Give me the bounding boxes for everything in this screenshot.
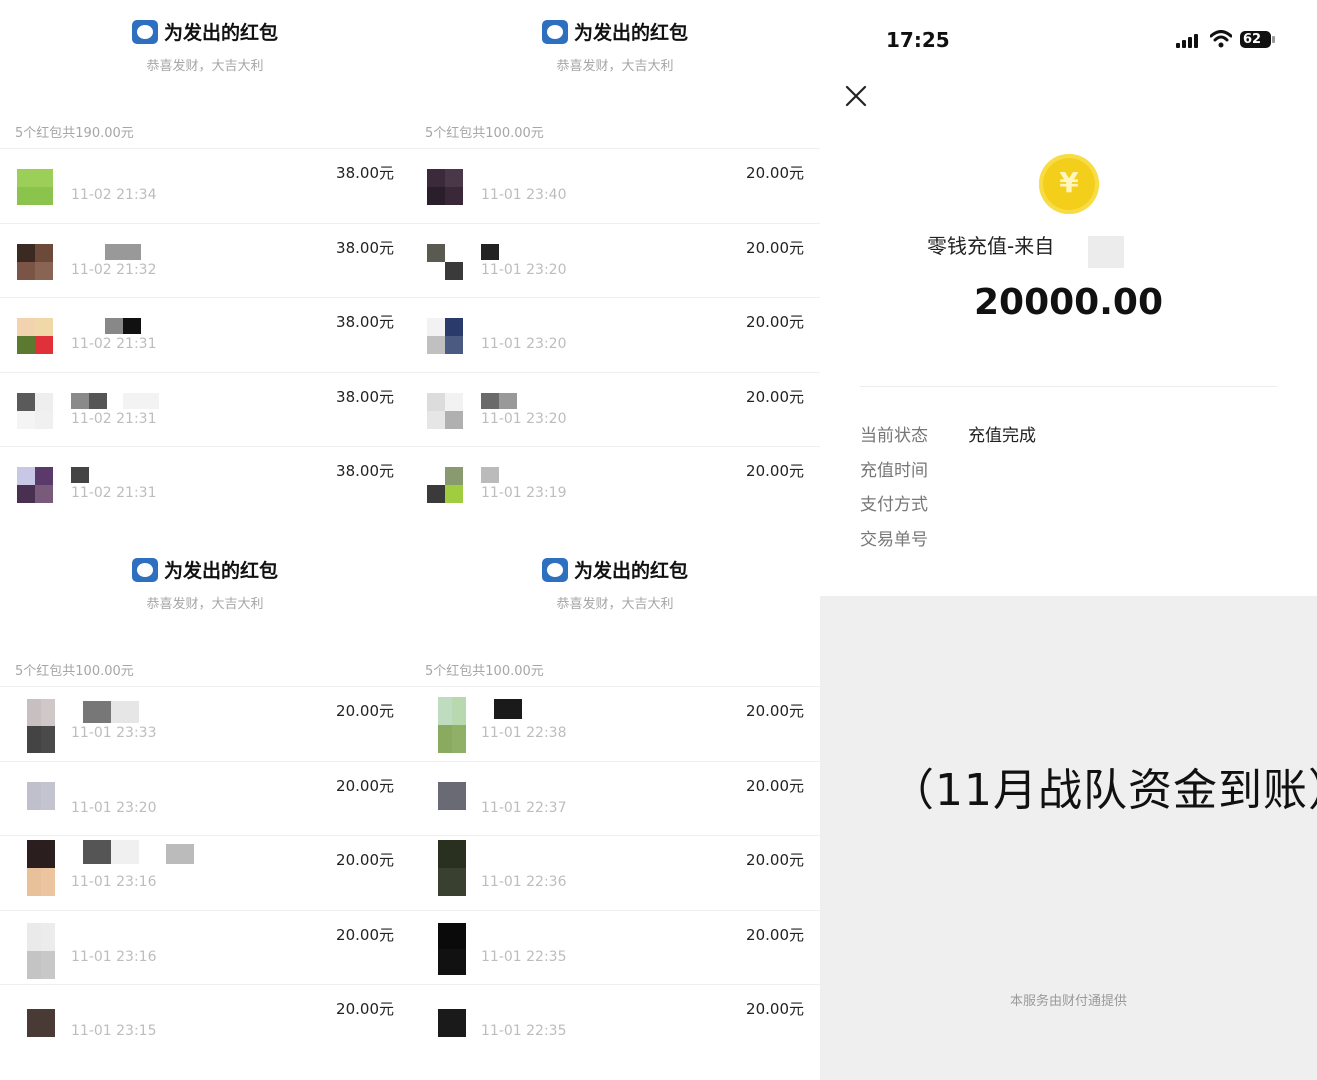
redacted-name xyxy=(83,701,139,723)
recipient-list: 11-02 21:34 38.00元 11-02 21:32 38.00元 11-0… xyxy=(0,148,410,521)
avatar xyxy=(438,840,466,896)
packet-summary: 5个红包共100.00元 xyxy=(425,126,544,141)
avatar xyxy=(438,922,466,975)
coin-icon: ¥ xyxy=(1039,154,1099,214)
redacted-name xyxy=(83,840,139,864)
list-item[interactable]: 11-01 23:16 20.00元 xyxy=(0,835,410,910)
overlay-caption: （11月战队资金到账） xyxy=(890,765,1317,816)
recipient-list: 11-01 23:33 20.00元 11-01 23:20 20.00元 11-0… xyxy=(0,686,410,1059)
list-item[interactable]: 11-01 22:36 20.00元 xyxy=(410,835,820,910)
redacted-name xyxy=(123,392,159,409)
panel-subtitle: 恭喜发财，大吉大利 xyxy=(556,59,674,74)
avatar xyxy=(438,1009,466,1037)
wifi-icon xyxy=(1210,30,1232,48)
service-provider-note: 本服务由财付通提供 xyxy=(1009,994,1127,1009)
avatar xyxy=(427,243,463,280)
avatar xyxy=(17,467,53,503)
redacted-name xyxy=(494,699,522,719)
redacted-name xyxy=(166,844,194,864)
avatar xyxy=(427,392,463,429)
redacted-name xyxy=(71,467,89,483)
redacted-name xyxy=(481,467,499,483)
detail-label-status: 当前状态 xyxy=(860,426,928,446)
list-item[interactable]: 11-02 21:31 38.00元 xyxy=(0,371,410,447)
avatar xyxy=(17,243,53,280)
detail-label-payment: 支付方式 xyxy=(860,495,928,515)
panel-title: 为发出的红包 xyxy=(0,556,410,583)
list-item[interactable]: 11-01 23:19 20.00元 xyxy=(410,446,820,521)
app-avatar-icon xyxy=(131,558,158,582)
avatar xyxy=(438,697,466,753)
recharge-amount: 20000.00 xyxy=(973,282,1164,323)
avatar xyxy=(438,781,466,810)
red-packet-panel-1: 为发出的红包 恭喜发财，大吉大利 5个红包共190.00元 11-02 21:3… xyxy=(0,0,410,538)
redacted-name xyxy=(105,318,141,334)
list-item[interactable]: 11-01 22:35 20.00元 xyxy=(410,909,820,985)
panel-title: 为发出的红包 xyxy=(410,556,820,583)
close-icon[interactable] xyxy=(844,84,868,108)
avatar xyxy=(27,781,55,810)
red-packet-panel-4: 为发出的红包 恭喜发财，大吉大利 5个红包共100.00元 11-01 22:3… xyxy=(410,538,820,1076)
app-avatar-icon xyxy=(541,558,568,582)
list-item[interactable]: 11-02 21:31 38.00元 xyxy=(0,446,410,521)
avatar xyxy=(27,1009,55,1037)
packet-summary: 5个红包共100.00元 xyxy=(15,664,134,679)
redacted-name xyxy=(481,392,517,409)
avatar xyxy=(427,169,463,205)
avatar xyxy=(427,318,463,354)
panel-title: 为发出的红包 xyxy=(410,18,820,45)
list-item[interactable]: 11-01 22:35 20.00元 xyxy=(410,984,820,1059)
redacted-name xyxy=(481,243,499,260)
signal-icon xyxy=(1176,32,1202,48)
avatar xyxy=(27,699,55,753)
detail-label-time: 充值时间 xyxy=(860,461,928,481)
avatar xyxy=(27,922,55,979)
list-item[interactable]: 11-01 23:20 20.00元 xyxy=(410,297,820,372)
panel-title: 为发出的红包 xyxy=(0,18,410,45)
avatar xyxy=(17,169,53,205)
detail-value-status: 充值完成 xyxy=(968,426,1036,446)
list-item[interactable]: 11-02 21:32 38.00元 xyxy=(0,222,410,298)
list-item[interactable]: 11-02 21:31 38.00元 xyxy=(0,297,410,372)
red-packet-panel-3: 为发出的红包 恭喜发财，大吉大利 5个红包共100.00元 11-01 23:3… xyxy=(0,538,410,1076)
divider xyxy=(860,386,1277,387)
recipient-list: 11-01 23:40 20.00元 11-01 23:20 20.00元 11-0… xyxy=(410,148,820,521)
list-item[interactable]: 11-01 23:20 20.00元 xyxy=(410,371,820,447)
avatar xyxy=(17,318,53,354)
list-item[interactable]: 11-02 21:34 38.00元 xyxy=(0,148,410,223)
list-item[interactable]: 11-01 23:20 20.00元 xyxy=(410,222,820,298)
list-item[interactable]: 11-01 23:33 20.00元 xyxy=(0,686,410,761)
detail-label-order: 交易单号 xyxy=(860,530,928,550)
packet-summary: 5个红包共190.00元 xyxy=(15,126,134,141)
app-avatar-icon xyxy=(541,20,568,44)
list-item[interactable]: 11-01 23:15 20.00元 xyxy=(0,984,410,1059)
recharge-detail-screen: 17:25 62 ¥ 零钱充值-来自 20000.00 当前状态 充值完成 充值… xyxy=(820,0,1317,1080)
redacted-name xyxy=(71,392,107,409)
panel-subtitle: 恭喜发财，大吉大利 xyxy=(556,597,674,612)
recharge-source: 零钱充值-来自 xyxy=(927,234,1055,258)
redacted-source xyxy=(1088,236,1124,268)
packet-summary: 5个红包共100.00元 xyxy=(425,664,544,679)
battery-icon: 62 xyxy=(1240,31,1275,48)
list-item[interactable]: 11-01 23:40 20.00元 xyxy=(410,148,820,223)
list-item[interactable]: 11-01 23:20 20.00元 xyxy=(0,760,410,836)
redaction-overlay: （11月战队资金到账） 本服务由财付通提供 xyxy=(820,596,1317,1080)
avatar xyxy=(427,467,463,503)
recipient-list: 11-01 22:38 20.00元 11-01 22:37 20.00元 11-0… xyxy=(410,686,820,1059)
avatar xyxy=(17,392,53,429)
red-packet-panel-2: 为发出的红包 恭喜发财，大吉大利 5个红包共100.00元 11-01 23:4… xyxy=(410,0,820,538)
app-avatar-icon xyxy=(131,20,158,44)
list-item[interactable]: 11-01 23:16 20.00元 xyxy=(0,909,410,985)
avatar xyxy=(27,840,55,896)
status-clock: 17:25 xyxy=(886,28,950,52)
panel-subtitle: 恭喜发财，大吉大利 xyxy=(146,597,264,612)
panel-subtitle: 恭喜发财，大吉大利 xyxy=(146,59,264,74)
list-item[interactable]: 11-01 22:38 20.00元 xyxy=(410,686,820,761)
list-item[interactable]: 11-01 22:37 20.00元 xyxy=(410,760,820,836)
redacted-name xyxy=(105,243,141,260)
